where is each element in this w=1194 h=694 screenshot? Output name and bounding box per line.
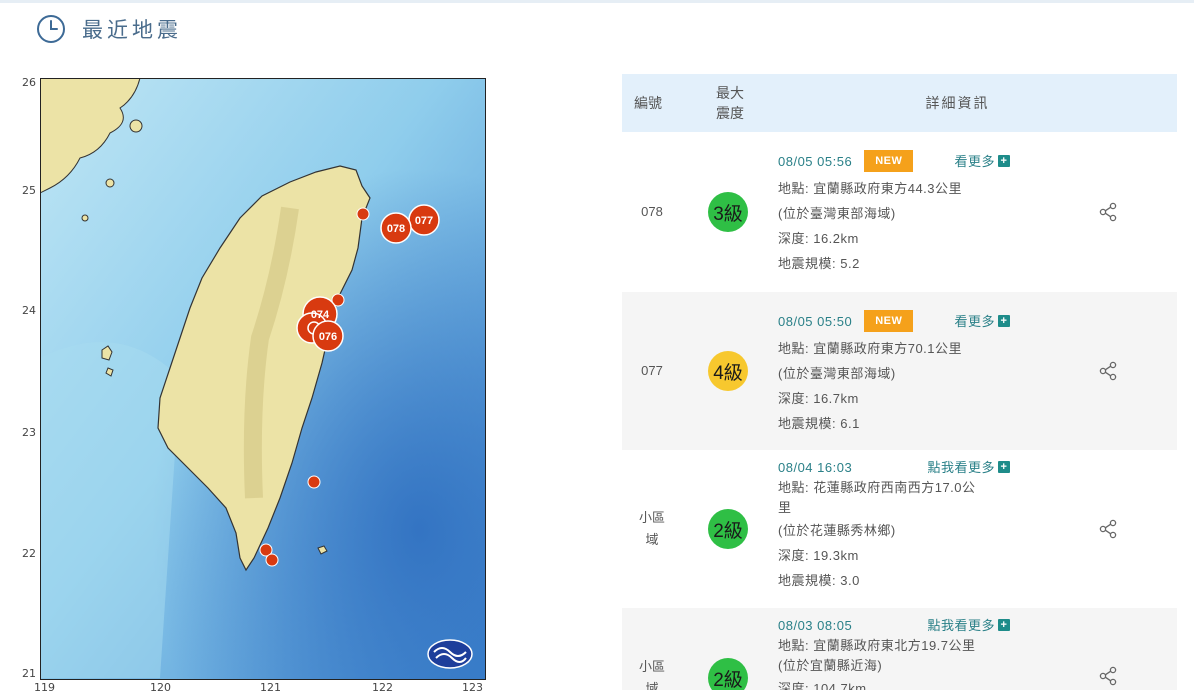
lat-tick: 25 [22, 184, 36, 197]
quake-location: 地點: 花蓮縣政府西南西方17.0公 里 [778, 480, 976, 515]
table-row[interactable]: 078 3級 08/05 05:56 NEW 地點: 宜蘭縣政府東方44.3公里… [622, 132, 1177, 292]
earthquake-table: 編號 最大 震度 詳細資訊 078 3級 08/05 05:56 NEW 地點:… [622, 74, 1177, 690]
quake-details: 08/05 05:50 NEW 地點: 宜蘭縣政府東方70.1公里 (位於臺灣東… [778, 292, 1038, 450]
top-divider [0, 0, 1194, 3]
clock-icon [37, 15, 65, 43]
more-link[interactable]: 點我看更多 + [927, 456, 1010, 478]
page-title: 最近地震 [82, 19, 182, 42]
epicenter-marker[interactable] [265, 553, 279, 567]
share-icon[interactable] [1098, 666, 1118, 686]
quake-region: (位於臺灣東部海域) [778, 366, 896, 381]
quake-magnitude: 地震規模: 6.1 [778, 416, 860, 431]
quake-location: 地點: 宜蘭縣政府東北方19.7公里 [778, 638, 976, 653]
more-label: 點我看更多 [927, 617, 995, 633]
lat-tick: 23 [22, 426, 36, 439]
marker-label: 077 [415, 215, 433, 227]
intensity-badge: 2級 [708, 509, 748, 549]
more-label: 看更多 [954, 153, 995, 169]
plus-icon: + [998, 619, 1010, 631]
plus-icon: + [998, 155, 1010, 167]
new-badge: NEW [864, 150, 914, 172]
share-icon[interactable] [1098, 361, 1118, 381]
island [81, 214, 89, 222]
cwa-logo [427, 639, 473, 669]
marker-078[interactable]: 078 [380, 212, 412, 244]
more-link[interactable]: 看更多 + [954, 310, 1010, 332]
section-header: 最近地震 [36, 12, 182, 46]
quake-magnitude: 地震規模: 3.0 [778, 573, 860, 588]
quake-region: (位於臺灣東部海域) [778, 206, 896, 221]
quake-depth: 深度: 16.2km [778, 231, 859, 246]
lon-tick: 121 [260, 681, 281, 694]
lon-tick: 119 [34, 681, 55, 694]
table-row[interactable]: 小區 域 2級 08/04 16:03 地點: 花蓮縣政府西南西方17.0公 里… [622, 450, 1177, 608]
share-icon[interactable] [1098, 202, 1118, 222]
intensity-badge: 2級 [708, 658, 748, 690]
map-canvas: 077 078 074 076 [40, 78, 486, 680]
plus-icon: + [998, 315, 1010, 327]
header-details: 詳細資訊 [925, 95, 990, 111]
plus-icon: + [998, 461, 1010, 473]
share-icon[interactable] [1098, 519, 1118, 539]
quake-id: 077 [641, 363, 663, 378]
intensity-badge: 4級 [708, 351, 748, 391]
quake-details: 08/03 08:05 地點: 宜蘭縣政府東北方19.7公里 (位於宜蘭縣近海)… [778, 608, 1038, 690]
quake-region: (位於宜蘭縣近海) [778, 658, 883, 673]
more-link[interactable]: 看更多 + [954, 150, 1010, 172]
header-id: 編號 [634, 95, 662, 111]
lon-tick: 123 [462, 681, 483, 694]
more-link[interactable]: 點我看更多 + [927, 614, 1010, 636]
intensity-badge: 3級 [708, 192, 748, 232]
quake-location: 地點: 宜蘭縣政府東方70.1公里 [778, 341, 963, 356]
island [129, 119, 143, 133]
marker-label: 076 [319, 331, 337, 343]
quake-details: 08/05 05:56 NEW 地點: 宜蘭縣政府東方44.3公里 (位於臺灣東… [778, 132, 1038, 292]
quake-depth: 深度: 16.7km [778, 391, 859, 406]
quake-id: 078 [641, 204, 663, 219]
table-header: 編號 最大 震度 詳細資訊 [622, 74, 1177, 132]
shallow-strait [40, 342, 180, 678]
quake-time: 08/03 08:05 [778, 617, 853, 633]
lon-tick: 122 [372, 681, 393, 694]
more-label: 看更多 [954, 313, 995, 329]
new-badge: NEW [864, 310, 914, 332]
header-intensity: 最大 震度 [716, 85, 744, 121]
quake-time: 08/05 05:56 [778, 153, 853, 169]
more-label: 點我看更多 [927, 459, 995, 475]
quake-region: (位於花蓮縣秀林鄉) [778, 523, 896, 538]
quake-details: 08/04 16:03 地點: 花蓮縣政府西南西方17.0公 里 (位於花蓮縣秀… [778, 450, 1038, 608]
lat-tick: 21 [22, 667, 36, 680]
marker-label: 078 [387, 223, 405, 235]
quake-time: 08/05 05:50 [778, 313, 853, 329]
marker-label: 074 [311, 309, 330, 321]
quake-id: 小區 域 [638, 510, 665, 547]
lat-tick: 24 [22, 304, 36, 317]
epicenter-marker[interactable] [307, 475, 321, 489]
quake-time: 08/04 16:03 [778, 459, 853, 475]
quake-magnitude: 地震規模: 5.2 [778, 256, 860, 271]
lon-tick: 120 [150, 681, 171, 694]
quake-depth: 深度: 104.7km [778, 681, 867, 690]
epicenter-marker[interactable] [356, 207, 370, 221]
table-row[interactable]: 077 4級 08/05 05:50 NEW 地點: 宜蘭縣政府東方70.1公里… [622, 292, 1177, 450]
marker-076[interactable]: 076 [312, 320, 344, 352]
quake-location: 地點: 宜蘭縣政府東方44.3公里 [778, 181, 963, 196]
earthquake-map[interactable]: 26 25 24 23 22 21 119 120 121 122 123 07… [20, 74, 490, 694]
quake-depth: 深度: 19.3km [778, 548, 859, 563]
quake-id: 小區 域 [638, 659, 665, 690]
lat-tick: 22 [22, 547, 36, 560]
marker-077[interactable]: 077 [408, 204, 440, 236]
table-row[interactable]: 小區 域 2級 08/03 08:05 地點: 宜蘭縣政府東北方19.7公里 (… [622, 608, 1177, 690]
lat-tick: 26 [22, 76, 36, 89]
island [105, 178, 115, 188]
